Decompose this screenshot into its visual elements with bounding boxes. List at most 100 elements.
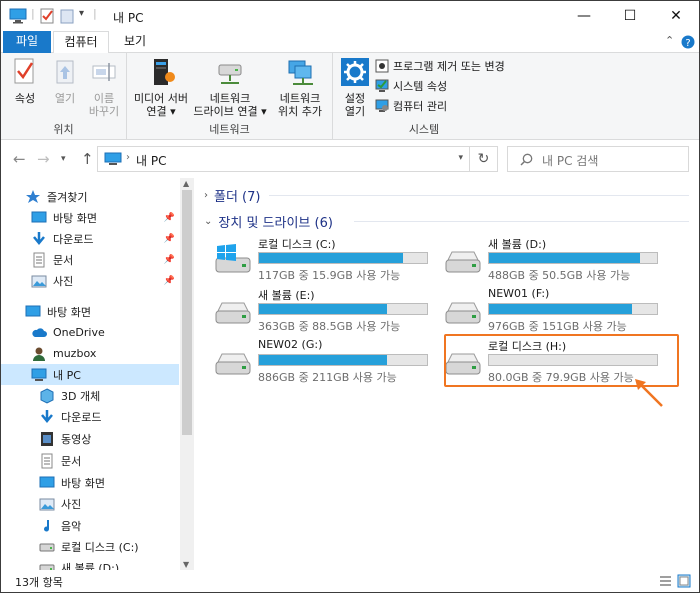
- nav-item[interactable]: muzbox: [1, 343, 179, 364]
- tab-view[interactable]: 보기: [113, 31, 157, 53]
- nav-item-label: 사진: [61, 497, 82, 511]
- scroll-down-icon[interactable]: ▼: [183, 560, 189, 569]
- nav-item[interactable]: 새 볼륨 (D:): [1, 557, 179, 570]
- open-settings-button[interactable]: 설정 열기: [337, 57, 373, 118]
- drive-usage-fill: [259, 355, 387, 365]
- refresh-button[interactable]: ↻: [470, 146, 498, 172]
- properties-icon[interactable]: [39, 8, 55, 24]
- system-properties-button[interactable]: 시스템 속성: [375, 77, 447, 95]
- help-icon[interactable]: ?: [681, 35, 695, 49]
- drive-tile[interactable]: 새 볼륨 (E:) 363GB 중 88.5GB 사용 가능: [214, 287, 444, 333]
- open-button[interactable]: 열기: [47, 57, 83, 105]
- ribbon-group-network: 미디어 서버 연결 ▾ 네트워크 드라이브 연결 ▾ 네트워크 위치 추가 네트…: [127, 53, 333, 140]
- nav-item-label: 사진: [53, 274, 74, 288]
- nav-item-label: 3D 개체: [61, 389, 101, 403]
- nav-item[interactable]: 문서 📌: [1, 249, 179, 270]
- back-arrow-icon[interactable]: ←: [13, 150, 26, 168]
- tab-file[interactable]: 파일: [3, 31, 51, 53]
- pin-icon[interactable]: 📌: [164, 255, 175, 265]
- tab-computer[interactable]: 컴퓨터: [53, 31, 109, 54]
- details-view-icon[interactable]: [659, 575, 672, 587]
- forward-arrow-icon[interactable]: →: [37, 150, 50, 168]
- chevron-right-icon[interactable]: ›: [204, 190, 208, 201]
- pin-icon[interactable]: 📌: [164, 234, 175, 244]
- minimize-button[interactable]: —: [561, 1, 607, 31]
- chevron-up-icon[interactable]: ⌃: [665, 34, 674, 47]
- recent-locations-icon[interactable]: ▾: [61, 154, 66, 164]
- map-drive-label-1: 네트워크: [209, 92, 251, 105]
- pictures-icon: [31, 275, 47, 287]
- pc-icon: [104, 152, 122, 165]
- maximize-button[interactable]: ☐: [607, 1, 653, 31]
- nav-item[interactable]: 음악: [1, 515, 179, 536]
- nav-item[interactable]: 사진: [1, 493, 179, 514]
- chevron-right-icon[interactable]: ›: [126, 152, 130, 163]
- nav-item[interactable]: 동영상: [1, 428, 179, 449]
- nav-item[interactable]: 바탕 화면: [1, 301, 179, 322]
- drive-tile[interactable]: 로컬 디스크 (C:) 117GB 중 15.9GB 사용 가능: [214, 236, 444, 282]
- uninstall-program-button[interactable]: 프로그램 제거 또는 변경: [375, 57, 505, 75]
- drive-usage-fill: [489, 253, 640, 263]
- nav-scroll-thumb[interactable]: [182, 190, 192, 435]
- drive-usage-bar: [488, 303, 658, 315]
- drive-capacity: 886GB 중 211GB 사용 가능: [258, 371, 397, 384]
- nav-item[interactable]: 사진 📌: [1, 270, 179, 291]
- search-box[interactable]: 내 PC 검색: [507, 146, 689, 172]
- nav-item-label: muzbox: [53, 347, 97, 360]
- nav-item-label: 동영상: [61, 432, 92, 446]
- ribbon: 속성 열기 이름 바꾸기 위치 미디어 서버 연결 ▾ 네트워크 드라이브 연결…: [1, 53, 699, 140]
- up-arrow-icon[interactable]: ↑: [81, 150, 94, 168]
- nav-item[interactable]: 다운로드: [1, 406, 179, 427]
- nav-item[interactable]: 로컬 디스크 (C:): [1, 536, 179, 557]
- scroll-up-icon[interactable]: ▲: [183, 179, 189, 188]
- pc-icon[interactable]: [9, 8, 27, 24]
- drive-tile[interactable]: NEW02 (G:) 886GB 중 211GB 사용 가능: [214, 338, 444, 384]
- properties-button[interactable]: 속성: [7, 57, 43, 105]
- nav-item[interactable]: 3D 개체: [1, 385, 179, 406]
- video-icon: [41, 431, 53, 446]
- chevron-down-icon[interactable]: ⌄: [204, 216, 212, 227]
- customize-toolbar-icon[interactable]: ▾: [79, 8, 84, 19]
- add-location-label-2: 위치 추가: [278, 105, 322, 118]
- nav-item-label: 문서: [53, 253, 74, 267]
- nav-item[interactable]: 다운로드 📌: [1, 228, 179, 249]
- folders-group-title: 폴더 (7): [214, 190, 261, 205]
- nav-item-label: 내 PC: [53, 368, 81, 382]
- drives-group-header[interactable]: ⌄ 장치 및 드라이브 (6): [204, 212, 333, 231]
- nav-item[interactable]: OneDrive: [1, 322, 179, 343]
- new-folder-icon[interactable]: [59, 8, 75, 24]
- drive-icon: [215, 302, 251, 324]
- nav-item[interactable]: 내 PC: [1, 364, 179, 385]
- computer-management-button[interactable]: 컴퓨터 관리: [375, 97, 447, 115]
- nav-item[interactable]: 문서: [1, 450, 179, 471]
- drive-icon: [445, 302, 481, 324]
- music-icon: [44, 519, 50, 532]
- nav-item[interactable]: 바탕 화면 📌: [1, 207, 179, 228]
- address-bar[interactable]: › 내 PC ▾: [97, 146, 470, 172]
- nav-item[interactable]: 즐겨찾기: [1, 186, 179, 207]
- close-button[interactable]: ✕: [653, 1, 699, 31]
- drive-name: 새 볼륨 (E:): [258, 289, 315, 302]
- rename-button[interactable]: 이름 바꾸기: [85, 57, 123, 118]
- rename-icon: [92, 63, 116, 81]
- address-dropdown-icon[interactable]: ▾: [458, 153, 463, 163]
- nav-item-label: 다운로드: [61, 410, 102, 424]
- pin-icon[interactable]: 📌: [164, 276, 175, 286]
- uninstall-icon: [375, 59, 389, 73]
- add-network-location-button[interactable]: 네트워크 위치 추가: [271, 57, 329, 118]
- drive-tile[interactable]: 새 볼륨 (D:) 488GB 중 50.5GB 사용 가능: [444, 236, 674, 282]
- drive-usage-bar: [258, 354, 428, 366]
- large-icons-view-icon[interactable]: [677, 574, 691, 588]
- nav-item[interactable]: 바탕 화면: [1, 472, 179, 493]
- search-placeholder: 내 PC 검색: [542, 154, 599, 168]
- pin-icon[interactable]: 📌: [164, 213, 175, 223]
- media-server-button[interactable]: 미디어 서버 연결 ▾: [131, 57, 191, 118]
- drives-group-title: 장치 및 드라이브 (6): [218, 216, 333, 231]
- folders-group-header[interactable]: › 폴더 (7): [204, 186, 260, 205]
- drive-tile[interactable]: NEW01 (F:) 976GB 중 151GB 사용 가능: [444, 287, 674, 333]
- address-path: 내 PC: [136, 154, 167, 168]
- divider: [269, 195, 689, 196]
- network-location-icon: [288, 60, 313, 85]
- map-network-drive-button[interactable]: 네트워크 드라이브 연결 ▾: [193, 57, 267, 118]
- nav-scrollbar[interactable]: ▲ ▼: [180, 178, 194, 570]
